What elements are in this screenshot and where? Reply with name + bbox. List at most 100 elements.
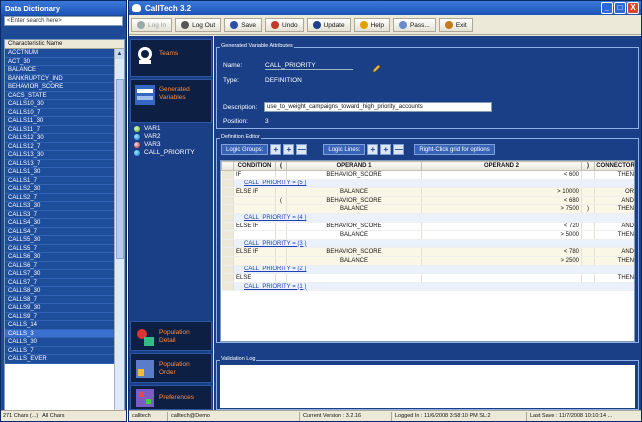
remove-line-button[interactable]: — xyxy=(393,144,405,155)
row-selector[interactable] xyxy=(221,247,234,257)
characteristic-item[interactable]: CALLS10_7 xyxy=(5,108,116,117)
column-header-open-paren[interactable]: ( xyxy=(275,161,287,171)
characteristic-item[interactable]: CALLS11_7 xyxy=(5,125,116,134)
condition-cell[interactable]: IF xyxy=(233,170,276,180)
row-selector[interactable] xyxy=(221,187,234,197)
operand-2-cell[interactable]: < 680 xyxy=(421,196,582,206)
result-assignment-link[interactable]: CALL_PRIORITY = (5 ) xyxy=(244,180,306,186)
variable-tree-item[interactable]: VAR1 xyxy=(130,125,212,133)
operand-2-cell[interactable]: < 600 xyxy=(421,170,582,180)
characteristic-item[interactable]: CALLS12_30 xyxy=(5,134,116,143)
operand-2-cell[interactable]: > 7500 xyxy=(421,204,582,214)
sidebar-item-population-detail[interactable]: Population Detail xyxy=(130,321,212,351)
characteristic-item[interactable]: ACT_30 xyxy=(5,57,116,66)
close-paren-cell[interactable] xyxy=(581,256,595,266)
row-selector[interactable] xyxy=(221,222,234,232)
characteristic-item[interactable]: CALLS3_7 xyxy=(5,210,116,219)
condition-cell[interactable] xyxy=(233,196,276,206)
condition-row[interactable]: IF BEHAVIOR_SCORE < 600 THEN xyxy=(221,170,634,180)
close-paren-cell[interactable] xyxy=(581,273,595,283)
characteristic-item[interactable]: CALLS7_7 xyxy=(5,278,116,287)
condition-row[interactable]: ELSE IF BEHAVIOR_SCORE < 780 AND xyxy=(221,247,634,257)
connector-cell[interactable]: OR xyxy=(594,187,634,197)
scroll-thumb[interactable] xyxy=(116,79,124,259)
characteristic-item[interactable]: CALLS_14 xyxy=(5,321,116,330)
characteristic-item[interactable]: CALLS2_30 xyxy=(5,185,116,194)
scroll-up-icon[interactable]: ▲ xyxy=(115,49,124,59)
operand-2-cell[interactable]: > 10000 xyxy=(421,187,582,197)
connector-cell[interactable]: THEN xyxy=(594,230,634,240)
characteristic-name-header[interactable]: Characteristic Name xyxy=(5,40,124,49)
operand-1-cell[interactable]: BALANCE xyxy=(286,230,422,240)
definition-grid[interactable]: CONDITION ( OPERAND 1 OPERAND 2 ) CONNEC… xyxy=(220,160,635,342)
add-line-button[interactable]: + xyxy=(367,144,379,155)
characteristic-item[interactable]: BEHAVIOR_SCORE xyxy=(5,83,116,92)
variable-tree-item[interactable]: VAR2 xyxy=(130,133,212,141)
sidebar-item-preferences[interactable]: Preferences xyxy=(130,385,212,410)
column-header-close-paren[interactable]: ) xyxy=(581,161,595,171)
condition-row[interactable]: ELSE IF BALANCE > 10000 OR xyxy=(221,187,634,197)
log-in-button[interactable]: Log In xyxy=(131,18,173,32)
characteristic-item[interactable]: CALLS3_30 xyxy=(5,202,116,211)
dictionary-scrollbar[interactable]: ▲ xyxy=(114,49,124,410)
open-paren-cell[interactable] xyxy=(275,256,287,266)
result-assignment-link[interactable]: CALL_PRIORITY = (4 ) xyxy=(244,215,306,221)
close-paren-cell[interactable] xyxy=(581,230,595,240)
characteristic-item[interactable]: CALLS5_30 xyxy=(5,236,116,245)
characteristic-item[interactable]: CALLS9_30 xyxy=(5,304,116,313)
condition-row[interactable]: ELSE THEN xyxy=(221,273,634,283)
dictionary-search-input[interactable]: <Enter search here> xyxy=(4,16,123,26)
characteristic-item[interactable]: CALLS4_7 xyxy=(5,227,116,236)
insert-group-button[interactable]: + xyxy=(283,144,295,155)
operand-1-cell[interactable]: BEHAVIOR_SCORE xyxy=(286,222,422,232)
condition-row[interactable]: BALANCE > 7500) THEN xyxy=(221,204,634,214)
variable-tree-item[interactable]: VAR3 xyxy=(130,141,212,149)
characteristic-item[interactable]: CALLS4_30 xyxy=(5,219,116,228)
column-header-connector[interactable]: CONNECTOR xyxy=(594,161,634,171)
result-row[interactable]: CALL_PRIORITY = (1 ) xyxy=(221,282,634,292)
open-paren-cell[interactable] xyxy=(275,247,287,257)
result-row[interactable]: CALL_PRIORITY = (3 ) xyxy=(221,239,634,249)
condition-cell[interactable]: ELSE IF xyxy=(233,222,276,232)
maximize-button[interactable]: □ xyxy=(614,2,626,14)
open-paren-cell[interactable] xyxy=(275,230,287,240)
characteristic-item[interactable]: CALLS1_7 xyxy=(5,176,116,185)
result-assignment-link[interactable]: CALL_PRIORITY = (3 ) xyxy=(244,241,306,247)
row-selector[interactable] xyxy=(221,213,234,223)
exit-button[interactable]: Exit xyxy=(438,18,473,32)
characteristic-item[interactable]: CALLS12_7 xyxy=(5,142,116,151)
result-row[interactable]: CALL_PRIORITY = (5 ) xyxy=(221,179,634,189)
condition-cell[interactable]: ELSE IF xyxy=(233,247,276,257)
operand-1-cell[interactable]: BALANCE xyxy=(286,187,422,197)
characteristic-item[interactable]: CALLS8_30 xyxy=(5,287,116,296)
operand-1-cell[interactable]: BALANCE xyxy=(286,256,422,266)
operand-2-cell[interactable]: > 2500 xyxy=(421,256,582,266)
result-assignment-link[interactable]: CALL_PRIORITY = (2 ) xyxy=(244,266,306,272)
close-paren-cell[interactable] xyxy=(581,187,595,197)
column-header-operand-1[interactable]: OPERAND 1 xyxy=(286,161,422,171)
characteristic-item[interactable]: CALLS1_30 xyxy=(5,168,116,177)
connector-cell[interactable]: AND xyxy=(594,247,634,257)
sidebar-item-teams[interactable]: Teams xyxy=(130,39,212,77)
operand-2-cell[interactable] xyxy=(421,273,582,283)
description-field[interactable]: use_to_weight_campaigns_toward_high_prio… xyxy=(264,102,492,112)
row-selector[interactable] xyxy=(221,273,234,283)
sidebar-item-generated-variables[interactable]: Generated Variables xyxy=(130,79,212,123)
row-selector[interactable] xyxy=(221,239,234,249)
connector-cell[interactable]: THEN xyxy=(594,273,634,283)
connector-cell[interactable]: AND xyxy=(594,222,634,232)
open-paren-cell[interactable] xyxy=(275,273,287,283)
connector-cell[interactable]: AND xyxy=(594,196,634,206)
result-row[interactable]: CALL_PRIORITY = (4 ) xyxy=(221,213,634,223)
column-header-operand-2[interactable]: OPERAND 2 xyxy=(421,161,582,171)
open-paren-cell[interactable] xyxy=(275,204,287,214)
characteristic-item[interactable]: CALLS2_7 xyxy=(5,193,116,202)
row-selector[interactable] xyxy=(221,230,234,240)
condition-row[interactable]: ELSE IF BEHAVIOR_SCORE < 720 AND xyxy=(221,222,634,232)
characteristic-item[interactable]: CALLS6_30 xyxy=(5,253,116,262)
characteristic-item[interactable]: CALLS_EVER xyxy=(5,355,116,364)
row-selector[interactable] xyxy=(221,179,234,189)
close-paren-cell[interactable] xyxy=(581,247,595,257)
operand-1-cell[interactable]: BALANCE xyxy=(286,204,422,214)
condition-row[interactable]: (BEHAVIOR_SCORE < 680 AND xyxy=(221,196,634,206)
